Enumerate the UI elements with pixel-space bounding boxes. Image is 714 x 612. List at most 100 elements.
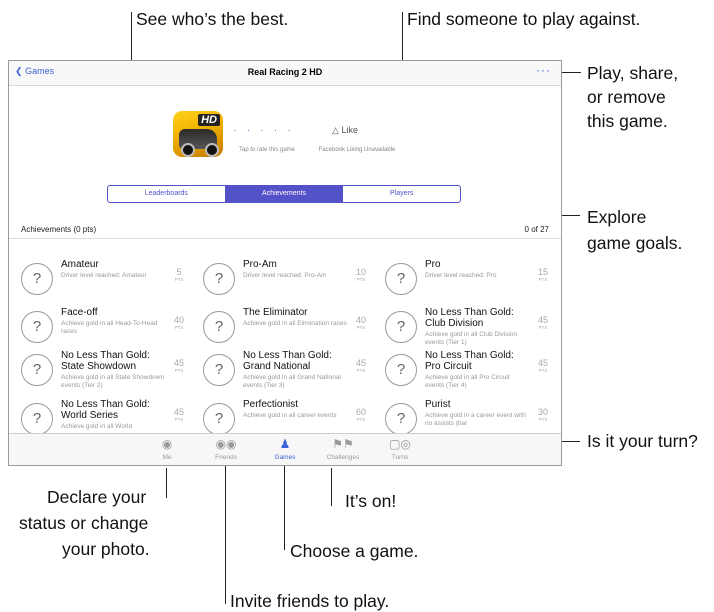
- tab-achievements[interactable]: Achievements: [224, 186, 343, 202]
- points-value: 45: [355, 358, 366, 368]
- achievement-item[interactable]: ? No Less Than Gold: State Showdown Achiev…: [21, 350, 191, 394]
- points-unit: PTS: [538, 417, 548, 422]
- achievement-title: Perfectionist: [243, 399, 299, 410]
- points-value: 45: [173, 407, 184, 417]
- achievement-item[interactable]: ? No Less Than Gold: Club Division Achieve…: [385, 307, 555, 351]
- achievement-item[interactable]: ? Pro Driver level reached: Pro 15 PTS: [385, 259, 555, 303]
- tab-leaderboards[interactable]: Leaderboards: [108, 186, 225, 202]
- tab-me[interactable]: ◉ Me: [142, 436, 192, 461]
- question-mark-icon: ?: [385, 354, 417, 386]
- achievement-title: Purist: [425, 399, 451, 410]
- points-unit: PTS: [538, 277, 548, 282]
- achievement-title: The Eliminator: [243, 307, 308, 318]
- tab-label: Games: [274, 454, 296, 461]
- achievement-points: 45 PTS: [351, 358, 371, 373]
- rating-caption: Tap to rate this game: [238, 147, 296, 153]
- points-value: 30: [537, 407, 548, 417]
- games-icon: ♟: [279, 437, 291, 451]
- achievement-description: Achieve gold in all Club Division events…: [425, 331, 518, 346]
- avatar-icon: ◉: [161, 437, 173, 451]
- callout-your-turn: Is it your turn?: [587, 431, 698, 451]
- achievements-header: Achievements (0 pts): [21, 225, 97, 234]
- points-value: 45: [173, 358, 184, 368]
- callout-line: [284, 454, 285, 550]
- points-unit: PTS: [174, 277, 184, 282]
- achievement-points: 40 PTS: [169, 315, 189, 330]
- turns-icon: ▢◎: [389, 437, 411, 451]
- achievement-item[interactable]: ? Pro-Am Driver level reached: Pro-Am 10 PTS: [203, 259, 373, 303]
- points-unit: PTS: [356, 368, 366, 373]
- game-center-screen: ❮ Games Real Racing 2 HD ··· HD · · · · …: [8, 60, 562, 466]
- points-value: 40: [355, 315, 366, 325]
- like-button[interactable]: △ Like: [332, 125, 358, 136]
- question-mark-icon: ?: [21, 354, 53, 386]
- achievement-item[interactable]: ? Face-off Achieve gold in all Head-To-Hea…: [21, 307, 191, 351]
- achievement-points: 40 PTS: [351, 315, 371, 330]
- achievement-item[interactable]: ? The Eliminator Achieve gold in all Elimi…: [203, 307, 373, 351]
- tab-games[interactable]: ♟ Games: [260, 436, 310, 461]
- callout-find-someone: Find someone to play against.: [407, 9, 641, 29]
- achievement-item[interactable]: ? Amateur Driver level reached: Amateur 5 PT…: [21, 259, 191, 303]
- achievement-title: No Less Than Gold: State Showdown: [61, 350, 150, 372]
- callout-declare-line1: Declare your: [47, 487, 147, 507]
- question-mark-icon: ?: [203, 354, 235, 386]
- question-mark-icon: ?: [385, 263, 417, 295]
- tab-label: Challenges: [326, 454, 360, 461]
- callout-see-best: See who’s the best.: [136, 9, 289, 29]
- achievement-description: Achieve gold in all World: [61, 423, 133, 430]
- callout-invite: Invite friends to play.: [230, 591, 390, 611]
- callout-line: [225, 454, 226, 604]
- achievement-title: Pro-Am: [243, 259, 277, 270]
- achievement-item[interactable]: ? No Less Than Gold: Grand National Achiev…: [203, 350, 373, 394]
- tab-turns[interactable]: ▢◎ Turns: [375, 436, 425, 461]
- question-mark-icon: ?: [385, 403, 417, 435]
- segmented-control: Leaderboards Achievements Players: [107, 185, 461, 203]
- tab-friends[interactable]: ◉◉ Friends: [201, 436, 251, 461]
- tab-bar: ◉ Me ◉◉ Friends ♟ Games ⚑⚑ Challenges ▢◎…: [9, 433, 561, 465]
- wheel-graphic: [181, 143, 195, 157]
- points-value: 10: [355, 267, 366, 277]
- question-mark-icon: ?: [203, 403, 235, 435]
- tab-players[interactable]: Players: [342, 186, 460, 202]
- navigation-bar: ❮ Games Real Racing 2 HD ···: [9, 61, 561, 86]
- achievement-points: 30 PTS: [533, 407, 553, 422]
- more-options-icon[interactable]: ···: [536, 63, 551, 77]
- tab-label: Me: [162, 454, 172, 461]
- callout-declare-line2: status or change: [19, 513, 149, 533]
- points-value: 45: [537, 315, 548, 325]
- wheel-graphic: [205, 143, 219, 157]
- points-unit: PTS: [538, 368, 548, 373]
- achievement-title: Pro: [425, 259, 441, 270]
- achievement-points: 5 PTS: [169, 267, 189, 282]
- points-unit: PTS: [174, 325, 184, 330]
- divider: [9, 238, 561, 239]
- callout-play-share-line1: Play, share,: [587, 63, 679, 83]
- achievement-description: Achieve gold in all Head-To-Head races: [61, 320, 158, 335]
- callout-line: [331, 468, 332, 506]
- callout-play-share-line2: or remove: [587, 87, 666, 107]
- achievement-points: 45 PTS: [533, 315, 553, 330]
- achievement-item[interactable]: ? No Less Than Gold: Pro Circuit Achieve g…: [385, 350, 555, 394]
- tab-challenges[interactable]: ⚑⚑ Challenges: [318, 436, 368, 461]
- game-app-icon: HD: [173, 111, 223, 157]
- achievement-points: 15 PTS: [533, 267, 553, 282]
- page-title: Real Racing 2 HD: [247, 67, 323, 77]
- achievement-title: No Less Than Gold: Pro Circuit: [425, 350, 514, 372]
- callout-its-on: It’s on!: [345, 491, 397, 511]
- achievement-points: 45 PTS: [169, 358, 189, 373]
- achievement-description: Achieve gold in all State Showdown event…: [61, 374, 164, 389]
- like-caption: Facebook Liking Unavailable: [318, 147, 396, 153]
- achievements-count: 0 of 27: [524, 225, 549, 234]
- callout-play-share-line3: this game.: [587, 111, 668, 131]
- achievement-points: 45 PTS: [169, 407, 189, 422]
- achievement-description: Achieve gold in a career event with no a…: [425, 412, 526, 427]
- points-unit: PTS: [356, 277, 366, 282]
- rating-stars[interactable]: · · · · ·: [229, 125, 299, 135]
- achievement-description: Achieve gold in all career events: [243, 412, 337, 419]
- question-mark-icon: ?: [21, 403, 53, 435]
- flags-icon: ⚑⚑: [332, 437, 354, 451]
- achievement-description: Driver level reached: Amateur: [61, 272, 147, 279]
- points-value: 40: [173, 315, 184, 325]
- hd-badge: HD: [198, 114, 220, 126]
- achievement-title: No Less Than Gold: Grand National: [243, 350, 332, 372]
